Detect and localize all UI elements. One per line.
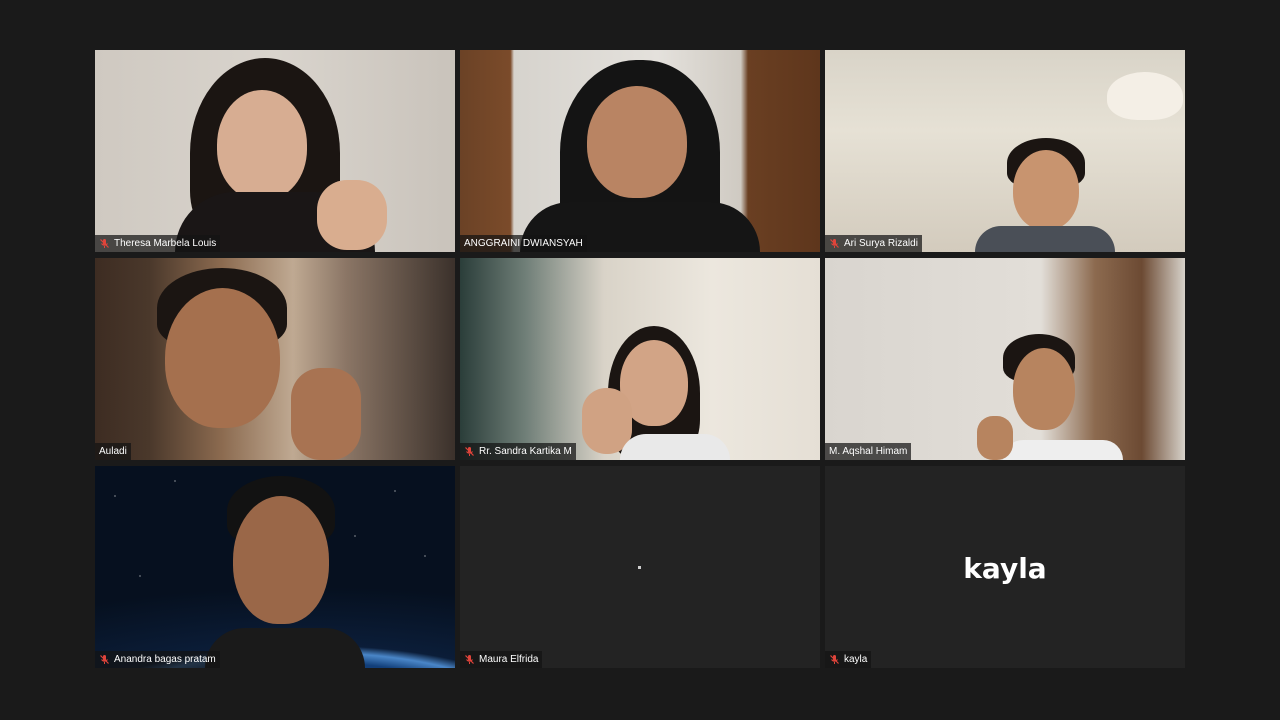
microphone-muted-icon [99,654,110,665]
participant-tile[interactable]: Anandra bagas pratam [95,466,455,668]
participant-face [1013,348,1075,430]
participant-body [620,434,730,460]
participant-tile[interactable]: Rr. Sandra Kartika M [460,258,820,460]
participant-nameplate: Anandra bagas pratam [95,651,220,668]
participant-name: Anandra bagas pratam [114,654,216,665]
participant-name: Rr. Sandra Kartika M [479,446,572,457]
gallery-view: Theresa Marbela Louis ANGGRAINI DWIANSYA… [95,50,1185,668]
loading-indicator [638,566,641,569]
participant-nameplate: Rr. Sandra Kartika M [460,443,576,460]
participant-video [460,258,820,460]
participant-name: kayla [844,654,868,665]
participant-body [975,226,1115,252]
participant-nameplate: Maura Elfrida [460,651,543,668]
meeting-window: Theresa Marbela Louis ANGGRAINI DWIANSYA… [0,0,1280,720]
hand [977,416,1013,460]
participant-video-off: kayla [825,466,1185,668]
participant-tile-no-video[interactable]: kayla kayla [825,466,1185,668]
participant-face [233,496,329,624]
participant-tile-no-video[interactable]: Maura Elfrida [460,466,820,668]
microphone-muted-icon [464,654,475,665]
participant-tile[interactable]: M. Aqshal Himam [825,258,1185,460]
participant-video [825,258,1185,460]
participant-name: Maura Elfrida [479,654,539,665]
participant-nameplate: ANGGRAINI DWIANSYAH [460,235,587,252]
participant-tile[interactable]: Theresa Marbela Louis [95,50,455,252]
participant-video [95,50,455,252]
participant-face [1013,150,1079,230]
participant-name: Theresa Marbela Louis [114,238,217,249]
participant-name: ANGGRAINI DWIANSYAH [464,238,583,249]
participant-video [95,258,455,460]
participant-name: Auladi [99,446,127,457]
microphone-muted-icon [829,238,840,249]
participant-display-name: kayla [963,552,1047,585]
participant-body [205,628,365,668]
participant-name: M. Aqshal Himam [829,446,908,457]
participant-video [825,50,1185,252]
participant-name: Ari Surya Rizaldi [844,238,918,249]
lamp-shade [1107,72,1183,120]
participant-video [460,50,820,252]
participant-nameplate: kayla [825,651,872,668]
participant-tile-active-speaker[interactable]: ANGGRAINI DWIANSYAH [460,50,820,252]
participant-face [587,86,687,198]
participant-nameplate: M. Aqshal Himam [825,443,912,460]
participant-nameplate: Ari Surya Rizaldi [825,235,922,252]
participant-body [1003,440,1123,460]
participant-tile[interactable]: Auladi [95,258,455,460]
participant-face [165,288,280,428]
microphone-muted-icon [829,654,840,665]
microphone-muted-icon [464,446,475,457]
participant-nameplate: Theresa Marbela Louis [95,235,221,252]
participant-video [95,466,455,668]
participant-nameplate: Auladi [95,443,131,460]
thumbs-up-hand [317,180,387,250]
participant-video-off [460,466,820,668]
participant-face [217,90,307,200]
participant-tile[interactable]: Ari Surya Rizaldi [825,50,1185,252]
thumbs-up-hand [291,368,361,460]
microphone-muted-icon [99,238,110,249]
